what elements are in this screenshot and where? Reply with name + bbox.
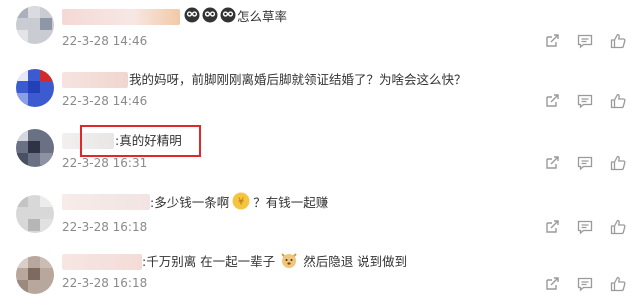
comment-icon[interactable] — [577, 276, 593, 292]
comment-text: :千万别离 在一起一辈子 — [142, 254, 276, 269]
avatar[interactable] — [16, 256, 54, 294]
username-blurred[interactable] — [62, 72, 128, 88]
owl-eyes-icon — [202, 7, 218, 27]
comment-icon[interactable] — [577, 155, 593, 171]
comment-time: 22-3-28 16:18 — [62, 276, 148, 290]
comment-text-tail: ？有钱一起赚 — [253, 195, 329, 210]
avatar[interactable] — [16, 69, 54, 107]
like-icon[interactable] — [610, 276, 626, 292]
comment-icon[interactable] — [577, 219, 593, 235]
share-icon[interactable] — [544, 155, 560, 171]
share-icon[interactable] — [544, 33, 560, 49]
like-icon[interactable] — [610, 33, 626, 49]
like-icon[interactable] — [610, 93, 626, 109]
owl-eyes-icon — [220, 7, 236, 27]
comment-text: 怎么草率 — [237, 9, 288, 24]
highlight-box — [80, 125, 201, 157]
money-face-icon: ¥ — [232, 192, 250, 214]
comment-icon[interactable] — [577, 33, 593, 49]
comment-row: 怎么草率 22-3-28 14:46 — [0, 0, 640, 60]
comment-row: :多少钱一条啊 ¥ ？有钱一起赚 22-3-28 16:18 — [0, 186, 640, 246]
share-icon[interactable] — [544, 219, 560, 235]
comment-text: 我的妈呀，前脚刚刚离婚后脚就领证结婚了？为啥会这么快？ — [129, 72, 467, 87]
avatar[interactable] — [16, 129, 54, 167]
comment-actions — [544, 276, 626, 292]
comment-time: 22-3-28 16:31 — [62, 156, 148, 170]
comment-text: :多少钱一条啊 — [150, 195, 230, 210]
svg-text:¥: ¥ — [238, 197, 244, 208]
comment-actions — [544, 33, 626, 49]
comment-actions — [544, 93, 626, 109]
comment-row: :千万别离 在一起一辈子 然后隐退 说到做到 22-3-28 16:18 — [0, 246, 640, 306]
username-blurred[interactable] — [62, 194, 150, 210]
like-icon[interactable] — [610, 219, 626, 235]
owl-eyes-icon — [184, 7, 200, 27]
dog-face-icon — [280, 251, 298, 273]
username-blurred[interactable] — [62, 9, 180, 25]
share-icon[interactable] — [544, 276, 560, 292]
username-blurred[interactable] — [62, 254, 142, 270]
comment-time: 22-3-28 16:18 — [62, 220, 148, 234]
share-icon[interactable] — [544, 93, 560, 109]
avatar[interactable] — [16, 195, 54, 233]
like-icon[interactable] — [610, 155, 626, 171]
comment-row: 我的妈呀，前脚刚刚离婚后脚就领证结婚了？为啥会这么快？ 22-3-28 14:4… — [0, 60, 640, 120]
comment-actions — [544, 155, 626, 171]
comment-time: 22-3-28 14:46 — [62, 34, 148, 48]
comment-time: 22-3-28 14:46 — [62, 94, 148, 108]
comment-actions — [544, 219, 626, 235]
avatar[interactable] — [16, 6, 54, 44]
comment-text-tail: 然后隐退 说到做到 — [303, 254, 408, 269]
comment-icon[interactable] — [577, 93, 593, 109]
